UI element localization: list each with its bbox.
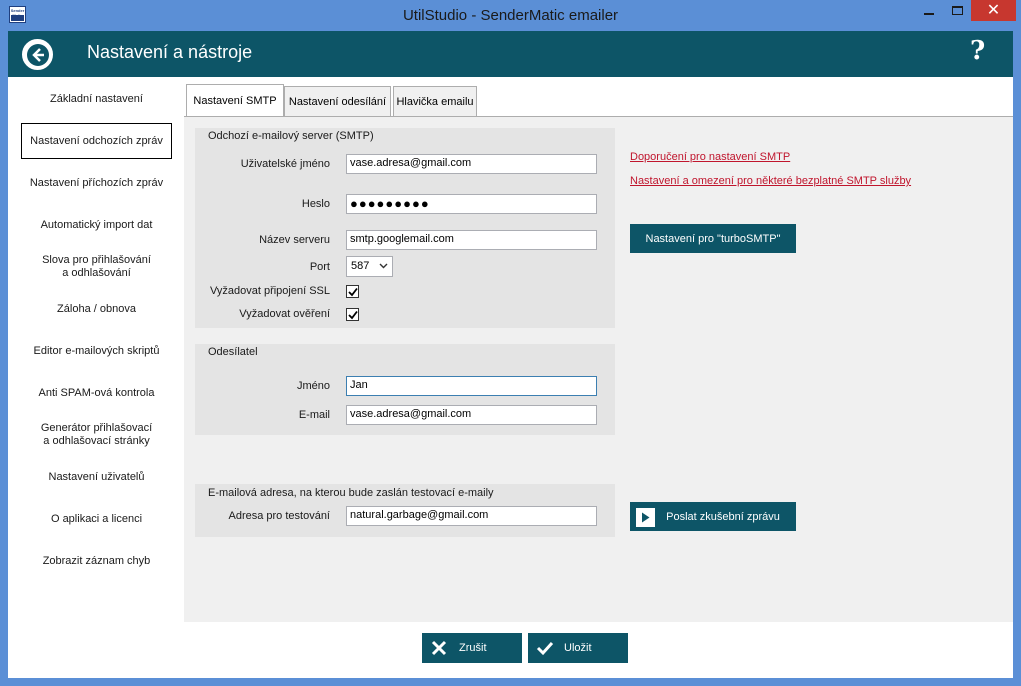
cancel-label: Zrušit	[459, 642, 487, 654]
tab-email-header[interactable]: Hlavička emailu	[393, 86, 477, 116]
send-test-label: Poslat zkušební zprávu	[666, 510, 780, 523]
test-group: E-mailová adresa, na kterou bude zaslán …	[195, 484, 615, 537]
cancel-button[interactable]: Zrušit	[422, 633, 522, 663]
tab-label: Nastavení SMTP	[193, 95, 277, 107]
app-window: Sender Matic UtilStudio - SenderMatic em…	[0, 0, 1021, 686]
footer-bar: Zrušit Uložit	[184, 622, 1013, 678]
ssl-checkbox[interactable]	[346, 285, 359, 298]
tab-panel-smtp: Odchozí e-mailový server (SMTP) Uživatel…	[184, 116, 1013, 622]
checkmark-icon	[347, 287, 358, 296]
auth-checkbox[interactable]	[346, 308, 359, 321]
close-x-icon	[431, 640, 447, 656]
sidebar-item-label: Nastavení uživatelů	[48, 470, 145, 483]
ssl-label: Vyžadovat připojení SSL	[209, 285, 330, 297]
sidebar-item-label: Generátor přihlašovací a odhlašovací str…	[40, 422, 153, 447]
sidebar-item-label: Záloha / obnova	[57, 302, 136, 315]
content-area: Nastavení SMTP Nastavení odesílání Hlavi…	[184, 77, 1013, 622]
sidebar-item-outgoing-settings[interactable]: Nastavení odchozích zpráv	[21, 123, 172, 159]
tab-sending[interactable]: Nastavení odesílání	[284, 86, 391, 116]
name-label: Jméno	[296, 380, 330, 392]
smtp-limits-link[interactable]: Nastavení a omezení pro některé bezplatn…	[630, 175, 911, 187]
sidebar-item-error-log[interactable]: Zobrazit záznam chyb	[21, 547, 172, 575]
email-label: E-mail	[298, 409, 330, 421]
sidebar-item-page-generator[interactable]: Generátor přihlašovací a odhlašovací str…	[21, 417, 172, 453]
username-label: Uživatelské jméno	[240, 158, 330, 170]
window-title: UtilStudio - SenderMatic emailer	[402, 7, 619, 24]
sidebar-item-label: Anti SPAM-ová kontrola	[38, 386, 155, 399]
password-label: Heslo	[301, 198, 330, 210]
sidebar-item-auto-import[interactable]: Automatický import dat	[21, 211, 172, 239]
sidebar-item-label: Automatický import dat	[40, 218, 153, 231]
sidebar-item-label: Základní nastavení	[50, 92, 143, 105]
tab-strip: Nastavení SMTP Nastavení odesílání Hlavi…	[184, 77, 1013, 117]
maximize-button[interactable]	[943, 0, 971, 21]
sidebar-item-antispam[interactable]: Anti SPAM-ová kontrola	[21, 379, 172, 407]
maximize-icon	[951, 6, 963, 15]
help-button[interactable]: ?	[970, 36, 985, 66]
sender-group-title: Odesílatel	[208, 346, 258, 358]
tab-label: Nastavení odesílání	[288, 95, 387, 108]
smtp-group-title: Odchozí e-mailový server (SMTP)	[208, 130, 374, 142]
checkmark-icon	[536, 641, 554, 656]
port-select[interactable]: 587	[346, 256, 393, 277]
chevron-down-icon	[379, 263, 388, 269]
test-address-label: Adresa pro testování	[228, 510, 330, 522]
sidebar-item-subscribe-words[interactable]: Slova pro přihlašování a odhlašování	[21, 249, 172, 285]
client-area: Nastavení a nástroje ? Základní nastaven…	[8, 31, 1013, 678]
close-button[interactable]: ✕	[971, 0, 1016, 21]
sidebar-item-label: Slova pro přihlašování a odhlašování	[42, 254, 151, 279]
sender-name-field[interactable]: Jan	[346, 376, 597, 396]
sidebar-item-backup-restore[interactable]: Záloha / obnova	[21, 295, 172, 323]
checkmark-icon	[347, 310, 358, 319]
play-icon	[636, 508, 655, 527]
back-button[interactable]	[22, 39, 53, 70]
port-label: Port	[309, 261, 330, 273]
minimize-button[interactable]	[915, 0, 943, 21]
sender-email-field[interactable]: vase.adresa@gmail.com	[346, 405, 597, 425]
tab-label: Hlavička emailu	[396, 95, 474, 108]
server-label: Název serveru	[259, 234, 330, 246]
password-field[interactable]: ●●●●●●●●●	[346, 194, 597, 214]
tab-smtp[interactable]: Nastavení SMTP	[186, 84, 284, 117]
sidebar-item-basic-settings[interactable]: Základní nastavení	[21, 85, 172, 113]
sidebar: Základní nastavení Nastavení odchozích z…	[8, 77, 184, 678]
sidebar-item-users[interactable]: Nastavení uživatelů	[21, 463, 172, 491]
test-address-field[interactable]: natural.garbage@gmail.com	[346, 506, 597, 526]
page-title: Nastavení a nástroje	[87, 42, 253, 62]
minimize-icon	[924, 12, 934, 15]
test-group-title: E-mailová adresa, na kterou bude zaslán …	[208, 487, 494, 499]
username-field[interactable]: vase.adresa@gmail.com	[346, 154, 597, 174]
save-label: Uložit	[564, 642, 592, 654]
sidebar-item-label: Nastavení odchozích zpráv	[30, 134, 163, 147]
auth-label: Vyžadovat ověření	[239, 308, 330, 320]
sidebar-item-script-editor[interactable]: Editor e-mailových skriptů	[21, 337, 172, 365]
back-arrow-icon	[26, 43, 49, 66]
close-icon: ✕	[986, 1, 1001, 19]
smtp-recommend-link[interactable]: Doporučení pro nastavení SMTP	[630, 151, 790, 163]
header-bar: Nastavení a nástroje ?	[8, 31, 1013, 77]
sidebar-item-label: O aplikaci a licenci	[50, 512, 143, 525]
smtp-group: Odchozí e-mailový server (SMTP) Uživatel…	[195, 128, 615, 328]
sidebar-item-label: Nastavení příchozích zpráv	[29, 176, 164, 189]
port-value: 587	[351, 260, 370, 272]
title-bar[interactable]: Sender Matic UtilStudio - SenderMatic em…	[0, 0, 1021, 31]
send-test-button[interactable]: Poslat zkušební zprávu	[630, 502, 796, 531]
sidebar-item-about[interactable]: O aplikaci a licenci	[21, 505, 172, 533]
sidebar-item-incoming-settings[interactable]: Nastavení příchozích zpráv	[21, 169, 172, 197]
sidebar-item-label: Editor e-mailových skriptů	[33, 344, 160, 357]
server-field[interactable]: smtp.googlemail.com	[346, 230, 597, 250]
save-button[interactable]: Uložit	[528, 633, 628, 663]
turbo-smtp-button[interactable]: Nastavení pro "turboSMTP"	[630, 224, 796, 253]
sidebar-item-label: Zobrazit záznam chyb	[42, 554, 151, 567]
sender-group: Odesílatel Jméno Jan E-mail vase.adresa@…	[195, 344, 615, 435]
